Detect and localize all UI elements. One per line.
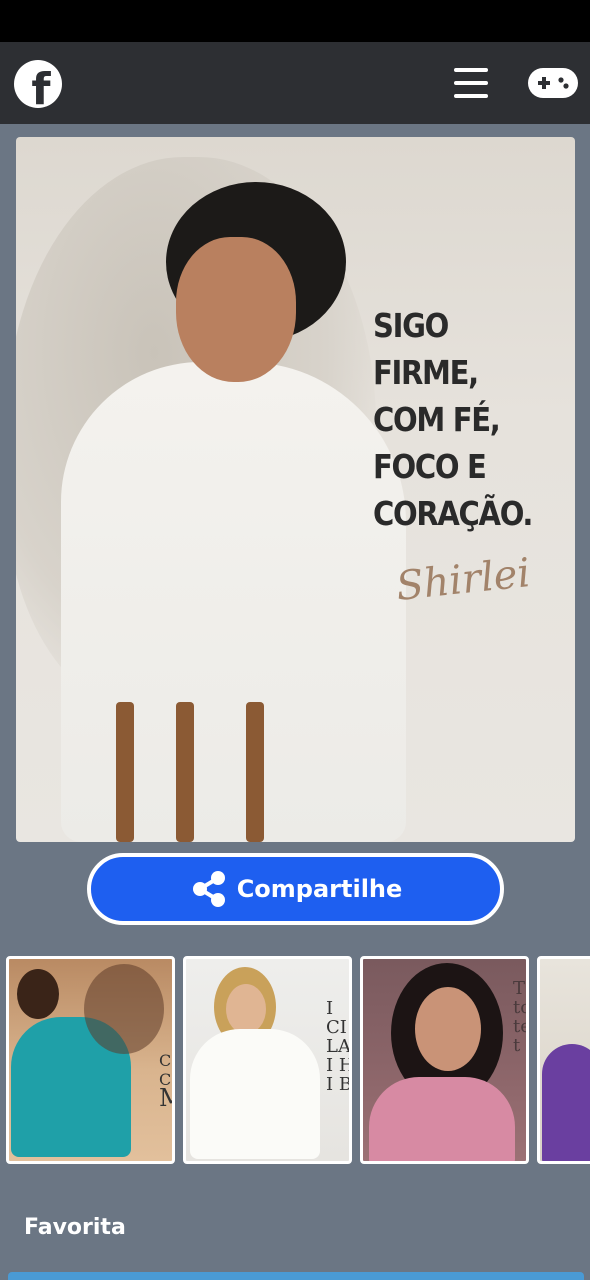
featured-image[interactable]: SIGO FIRME, COM FÉ, FOCO E CORAÇÃO. Shir… — [16, 137, 575, 842]
section-title: Favorita — [24, 1215, 126, 1240]
background-figure — [84, 964, 164, 1054]
gamepad-symbol — [538, 77, 569, 89]
figure-pink-top — [369, 1077, 515, 1161]
next-card-preview[interactable] — [8, 1272, 584, 1280]
quote-line: FOCO E — [373, 447, 487, 486]
facebook-glyph: f — [31, 64, 51, 109]
thumbnail-text: T to te t — [513, 978, 526, 1056]
person-face — [176, 237, 296, 382]
thumbnail-3[interactable]: T to te t — [360, 956, 529, 1164]
figure-face — [415, 987, 481, 1071]
menu-line-3 — [454, 94, 488, 98]
thumbnail-1[interactable]: C C M — [6, 956, 175, 1164]
signature: Shirlei — [393, 550, 533, 610]
hero-quote: SIGO FIRME, COM FÉ, FOCO E CORAÇÃO. — [373, 302, 549, 537]
wooden-stool — [106, 697, 276, 842]
thumbnail-4[interactable] — [537, 956, 590, 1164]
share-button[interactable]: Compartilhe — [87, 853, 504, 925]
thumbnail-text: C C M — [159, 1051, 172, 1110]
gamepad-icon[interactable] — [528, 68, 578, 98]
share-icon — [192, 871, 225, 907]
share-label: Compartilhe — [236, 875, 403, 903]
figure-purple-outfit — [542, 1044, 590, 1161]
figure-head — [17, 969, 59, 1019]
thumbnail-text: I CI LAT I H I BI — [326, 998, 352, 1095]
menu-line-2 — [454, 81, 488, 85]
status-bar — [0, 0, 590, 42]
quote-line: COM FÉ, — [373, 400, 501, 439]
quote-line: SIGO — [373, 306, 449, 345]
menu-line-1 — [454, 68, 488, 72]
app-header: f — [0, 42, 590, 124]
thumbnail-2[interactable]: I CI LAT I H I BI — [183, 956, 352, 1164]
figure-face — [226, 984, 266, 1034]
quote-line: CORAÇÃO. — [373, 494, 533, 533]
hamburger-menu-icon[interactable] — [454, 68, 488, 100]
figure-white-suit — [190, 1029, 320, 1159]
facebook-icon[interactable]: f — [14, 60, 62, 108]
quote-line: FIRME, — [373, 353, 479, 392]
